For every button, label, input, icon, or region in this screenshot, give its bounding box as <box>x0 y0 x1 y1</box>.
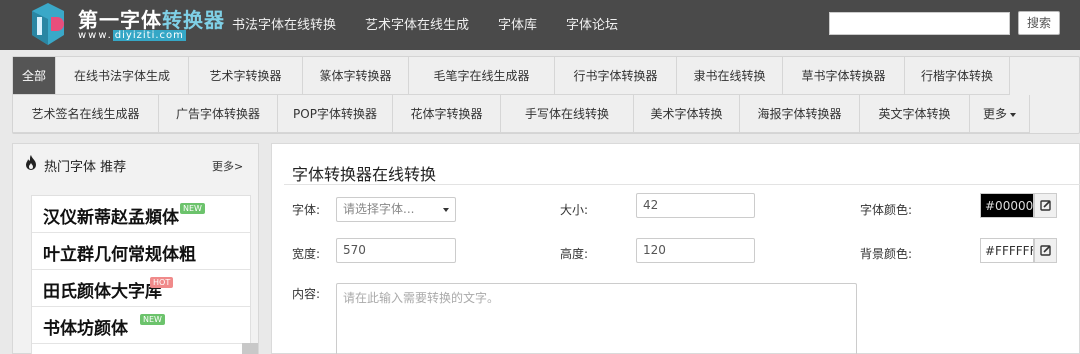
font-select-value: 请选择字体... <box>343 202 415 216</box>
search-input[interactable] <box>829 12 1010 35</box>
site-logo[interactable]: 第一字体转换器 www. diyiziti.com <box>22 1 224 47</box>
font-label: 字体: <box>292 203 321 217</box>
panel-title: 字体转换器在线转换 <box>292 165 437 184</box>
height-label: 高度: <box>560 247 589 261</box>
edit-icon <box>1040 245 1051 256</box>
bg-color-input[interactable]: #FFFFFF <box>980 238 1034 263</box>
cat-tab[interactable]: 艺术签名在线生成器 <box>13 95 159 133</box>
cat-tab[interactable]: 英文字体转换 <box>860 95 970 133</box>
site-title: 第一字体转换器 <box>78 8 225 32</box>
font-color-input[interactable]: #000000 <box>980 193 1034 218</box>
content-label: 内容: <box>292 287 321 301</box>
cat-tab[interactable]: 美术字体转换 <box>634 95 740 133</box>
cat-tab-all[interactable]: 全部 <box>13 57 56 95</box>
category-nav: 全部 在线书法字体生成 艺术字转换器 篆体字转换器 毛笔字在线生成器 行书字体转… <box>12 56 1080 134</box>
cat-tab[interactable]: 隶书在线转换 <box>677 57 783 95</box>
cat-tab[interactable]: 广告字体转换器 <box>159 95 278 133</box>
cat-tab[interactable]: 在线书法字体生成 <box>56 57 189 95</box>
font-name: 田氏颜体大字库 <box>43 282 162 302</box>
cat-tab[interactable]: 篆体字转换器 <box>303 57 409 95</box>
divider <box>284 184 1080 185</box>
cat-more-dropdown[interactable]: 更多 <box>970 95 1030 133</box>
cat-tab[interactable]: 行楷字体转换 <box>905 57 1010 95</box>
sidebar-more-link[interactable]: 更多> <box>212 158 243 174</box>
width-label: 宽度: <box>292 247 321 261</box>
cat-tab[interactable]: 手写体在线转换 <box>501 95 634 133</box>
width-input[interactable]: 570 <box>336 238 456 263</box>
search-button[interactable]: 搜索 <box>1018 11 1060 35</box>
hot-font-list: 汉仪新蒂赵孟頫体 NEW 叶立群几何常规体粗 田氏颜体大字库 HOT 书体坊颜体… <box>31 195 251 354</box>
font-select[interactable]: 请选择字体... <box>336 197 456 222</box>
font-list-item[interactable]: 书体坊颜体 NEW <box>32 307 250 344</box>
new-badge: NEW <box>140 314 165 325</box>
cat-tab[interactable]: POP字体转换器 <box>278 95 393 133</box>
cat-tab[interactable]: 行书字体转换器 <box>555 57 677 95</box>
font-list-item[interactable]: 田氏颜体大字库 HOT <box>32 270 250 307</box>
cat-tab[interactable]: 毛笔字在线生成器 <box>409 57 555 95</box>
cat-tab[interactable]: 草书字体转换器 <box>783 57 905 95</box>
topnav-link[interactable]: 字体论坛 <box>566 14 618 33</box>
site-url: www. diyiziti.com <box>78 30 186 41</box>
caret-down-icon <box>1007 107 1016 121</box>
cat-more-label: 更多 <box>982 107 1007 121</box>
hot-badge: HOT <box>150 277 174 288</box>
scroll-up-button[interactable] <box>242 343 258 354</box>
topnav-link[interactable]: 书法字体在线转换 <box>232 14 336 33</box>
font-color-label: 字体颜色: <box>860 203 913 217</box>
size-label: 大小: <box>560 203 589 217</box>
caret-down-icon <box>443 208 449 212</box>
top-nav: 书法字体在线转换 艺术字体在线生成 字体库 字体论坛 <box>232 14 647 33</box>
hot-fonts-sidebar: 热门字体 推荐 更多> 汉仪新蒂赵孟頫体 NEW 叶立群几何常规体粗 田氏颜体大… <box>12 143 259 354</box>
height-input[interactable]: 120 <box>636 238 755 263</box>
bg-color-label: 背景颜色: <box>860 247 913 261</box>
font-list-item[interactable]: 汉仪新蒂赵孟頫体 NEW <box>32 196 250 233</box>
converter-panel: 字体转换器在线转换 字体: 请选择字体... 大小: 42 字体颜色: #000… <box>271 143 1080 354</box>
bg-color-picker-button[interactable] <box>1034 238 1057 263</box>
sidebar-header: 热门字体 推荐 更多> <box>13 144 258 184</box>
font-color-picker-button[interactable] <box>1034 193 1057 218</box>
content-textarea[interactable]: 请在此输入需要转换的文字。 <box>336 283 857 354</box>
topnav-link[interactable]: 艺术字体在线生成 <box>365 14 469 33</box>
cat-tab[interactable]: 花体字转换器 <box>393 95 501 133</box>
font-list-item[interactable]: 叶立群几何常规体粗 <box>32 233 250 270</box>
font-name: 叶立群几何常规体粗 <box>43 245 196 265</box>
sidebar-title: 热门字体 推荐 <box>44 160 127 175</box>
font-name: 汉仪新蒂赵孟頫体 <box>43 208 179 228</box>
fire-icon <box>26 155 36 170</box>
logo-icon <box>32 3 64 45</box>
edit-icon <box>1040 200 1051 211</box>
size-input[interactable]: 42 <box>636 193 755 218</box>
topnav-link[interactable]: 字体库 <box>498 14 537 33</box>
new-badge: NEW <box>180 203 205 214</box>
cat-tab[interactable]: 艺术字转换器 <box>189 57 303 95</box>
cat-tab[interactable]: 海报字体转换器 <box>740 95 860 133</box>
site-header: 第一字体转换器 www. diyiziti.com 书法字体在线转换 艺术字体在线… <box>0 0 1080 50</box>
font-name: 书体坊颜体 <box>43 319 128 339</box>
